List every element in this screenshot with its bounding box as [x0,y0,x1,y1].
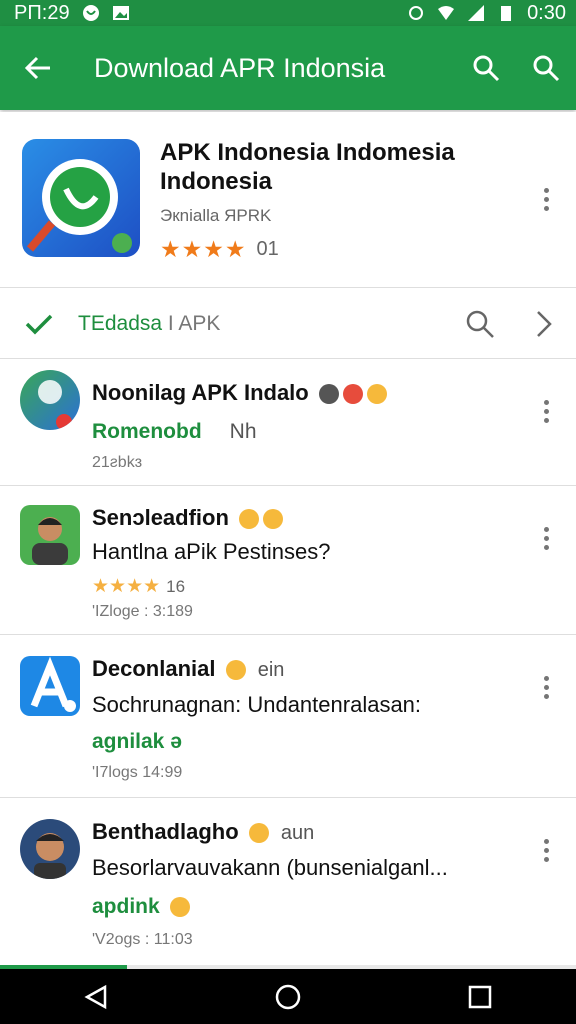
notification-circle-icon [82,5,99,21]
more-options-button[interactable] [536,527,556,550]
review-tag: agnilak ə [92,730,182,753]
emoji-icon [318,384,339,405]
review-text: Hantlna aPik Pestinses? [92,539,331,564]
review-author-name: Benthadlagho [92,819,239,844]
search-icon [466,310,494,338]
review-author-extra: ein [257,659,285,681]
status-time-left: PΠ:29 [14,1,70,24]
emoji-icon [225,660,246,681]
emoji-icon [239,509,260,530]
review-author: Noonilag APK Indalo [92,380,387,406]
review-item[interactable]: Benthadlagho aun Besorlarvauvakann (buns… [0,799,576,965]
filter-row[interactable]: TEdadsa I APK [0,289,576,359]
emoji-icon [263,509,284,530]
review-meta: 'I7logs 14:99 [92,764,183,781]
avatar [20,819,80,879]
emoji-icon [366,384,387,405]
system-nav-bar [0,969,576,1024]
signal-icon [468,5,485,21]
review-tag-label: Romenobd [92,420,202,443]
app-bar: Download APR Indonsia [0,26,576,110]
review-tag-extra: Nh [229,420,257,443]
review-author: Senɔleadfion [92,505,284,531]
search-icon [473,55,500,82]
nav-home-button[interactable] [258,969,318,1024]
app-title: APK Indonesia Indomesia Indonesia [160,139,455,195]
review-meta: 21ƨbkɜ [92,454,143,471]
emoji-icon [342,384,363,405]
search-icon [533,55,560,82]
review-author: Benthadlagho aun [92,819,314,845]
filter-label-primary: TEdadsa [78,311,163,335]
review-item[interactable]: Senɔleadfion Hantlna aPik Pestinses? ★★★… [0,487,576,635]
filter-search-button[interactable] [448,309,512,339]
review-tag: apdink [92,895,190,919]
square-recents-icon [468,985,492,1008]
review-item[interactable]: Deconlanial ein Sochrunagnan: Undantenra… [0,636,576,798]
rating-count: 01 [256,238,279,260]
battery-icon [501,6,512,21]
check-icon [0,313,78,335]
review-text: Sochrunagnan: Undantenralasan: [92,692,422,717]
page-title: Download APR Indonsia [94,52,386,83]
emoji-icon [248,823,269,844]
review-rating: ★★★★ 16 [92,575,185,598]
more-options-button[interactable] [536,839,556,862]
review-meta: 'IZloge : 3:189 [92,603,193,620]
back-button[interactable] [0,26,76,110]
review-author: Deconlanial ein [92,656,284,682]
nav-recents-button[interactable] [450,969,510,1024]
status-time-right: 0:30 [527,1,566,24]
review-star-count: 16 [166,577,186,596]
filter-label: TEdadsa I APK [78,312,448,336]
review-meta: 'V2ogs : 11:03 [92,931,193,948]
chevron-right-icon [537,310,552,337]
status-bar: PΠ:29 0:30 [0,0,576,26]
more-options-button[interactable] [536,188,556,211]
app-rating: ★★★★ 01 [160,236,279,263]
review-text: Besorlarvauvakann (bunsenialganl... [92,855,448,880]
review-tag-label: apdink [92,895,160,918]
review-tag: Romenobd Nh [92,420,257,444]
image-notification-icon [112,6,129,20]
app-icon [22,139,140,257]
sync-icon [409,6,424,20]
app-header-card[interactable]: APK Indonesia Indomesia Indonesia Экnial… [0,112,576,288]
arrow-back-icon [24,56,50,80]
review-author-extra: aun [280,822,315,844]
emoji-icon [169,897,190,918]
search-button-secondary[interactable] [516,26,576,110]
avatar [20,656,80,716]
review-author-name: Deconlanial [92,656,216,681]
more-options-button[interactable] [536,676,556,699]
circle-home-icon [275,984,301,1009]
chevron-right-button[interactable] [512,309,576,339]
review-author-name: Noonilag APK Indalo [92,380,309,405]
app-developer: Экnialla ЯPRK [160,206,272,225]
avatar [20,505,80,565]
wifi-icon [438,6,455,20]
review-item[interactable]: Noonilag APK Indalo Romenobd Nh 21ƨbkɜ [0,360,576,486]
nav-back-button[interactable] [66,969,126,1024]
search-button[interactable] [456,26,516,110]
filter-label-secondary: I APK [167,311,221,335]
triangle-back-icon [84,984,107,1009]
more-options-button[interactable] [536,400,556,423]
rating-stars: ★★★★ [160,236,247,262]
whatsapp-search-icon [26,159,132,253]
avatar [20,370,80,430]
review-stars: ★★★★ [92,576,161,597]
review-author-name: Senɔleadfion [92,505,229,530]
